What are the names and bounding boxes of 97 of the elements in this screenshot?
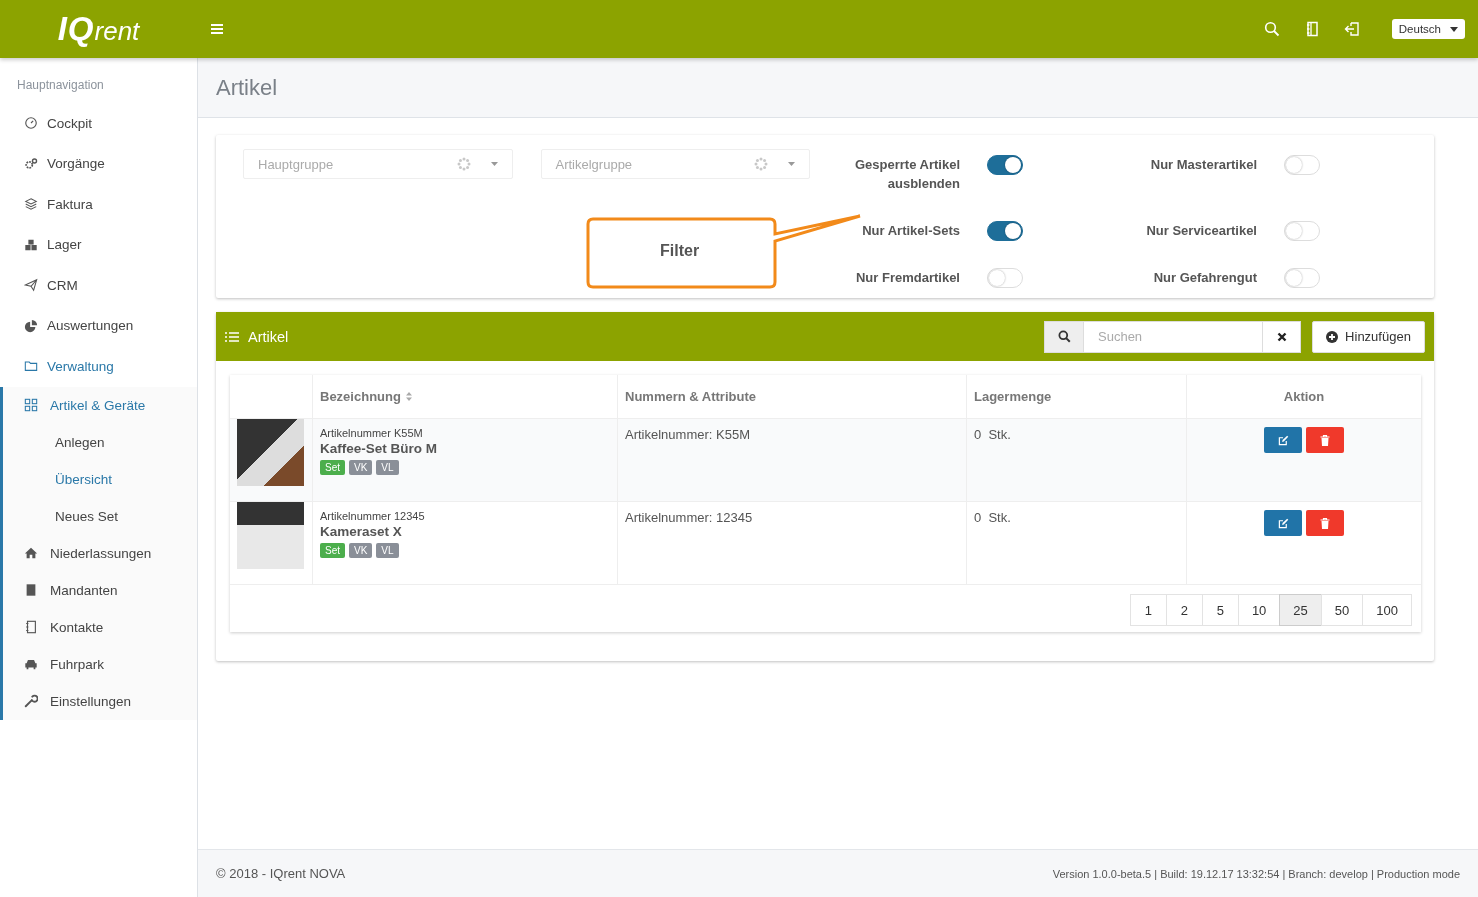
sidebar-item[interactable]: Neues Set — [3, 497, 197, 535]
tag: VK — [349, 460, 373, 475]
sidebar-item[interactable]: Lager — [0, 224, 197, 265]
tag: Set — [320, 543, 345, 558]
sidebar-item[interactable]: Auswertungen — [0, 305, 197, 346]
page-size-button[interactable]: 5 — [1201, 594, 1239, 626]
photo-placeholder — [237, 502, 304, 569]
table-cell: 0 Stk. — [974, 510, 1011, 525]
search-field[interactable]: Suchen — [1084, 320, 1262, 353]
folder-icon — [24, 359, 38, 374]
column-header[interactable]: Bezeichnung — [320, 389, 412, 404]
sidebar-item[interactable]: Artikel & Geräte — [3, 386, 197, 424]
callout-label: Filter — [660, 242, 700, 260]
caret-icon — [490, 162, 498, 166]
trash-icon — [1320, 517, 1330, 529]
logo: IQrent — [56, 10, 141, 48]
sidebar-item[interactable]: Fuhrpark — [3, 645, 197, 683]
grid-icon — [24, 398, 38, 412]
page-size-button[interactable]: 25 — [1279, 594, 1322, 626]
toggle-switch[interactable] — [987, 220, 1023, 241]
table-cell: 0 Stk. — [974, 427, 1011, 442]
cogs-icon — [24, 156, 38, 171]
page-size-button[interactable]: 1 — [1129, 594, 1167, 626]
search-icon — [1057, 330, 1071, 343]
column-header: Lagermenge — [974, 389, 1052, 404]
toggle-label: Gesperrte Artikel ausblenden — [854, 156, 960, 193]
toggle-label: Nur Gefahrengut — [1152, 269, 1257, 288]
wrench-icon — [24, 694, 38, 708]
tag: Set — [320, 460, 345, 475]
sidebar-item[interactable]: Niederlassungen — [3, 534, 197, 572]
menu-icon[interactable] — [211, 24, 223, 34]
page-size-button[interactable]: 10 — [1237, 594, 1281, 626]
sidebar-item[interactable]: Anlegen — [3, 423, 197, 461]
gauge-icon — [24, 116, 38, 131]
list-icon — [225, 330, 239, 343]
spinner-icon — [754, 157, 768, 171]
edit-button[interactable] — [1264, 427, 1302, 453]
add-button[interactable]: Hinzufügen — [1312, 320, 1425, 353]
delete-button[interactable] — [1306, 427, 1344, 453]
article-number: Artikelnummer 12345 — [320, 510, 426, 522]
spinner-icon — [456, 157, 471, 171]
delete-button[interactable] — [1306, 510, 1344, 536]
caret-icon — [1450, 26, 1458, 32]
trash-icon — [1320, 434, 1330, 446]
toggle-switch[interactable] — [987, 155, 1023, 175]
book-icon — [24, 620, 38, 634]
search-icon[interactable] — [1263, 21, 1280, 37]
plane-icon — [24, 278, 38, 293]
column-header: Aktion — [1283, 389, 1325, 404]
page-size-button[interactable]: 100 — [1362, 594, 1412, 626]
cubes-icon — [24, 237, 38, 252]
photo-placeholder — [237, 419, 304, 486]
page-size-button[interactable]: 2 — [1165, 594, 1203, 626]
page-title: Artikel — [216, 74, 278, 101]
column-header: Nummern & Attribute — [625, 389, 756, 404]
sidebar-item[interactable]: Verwaltung — [0, 346, 197, 387]
pie-icon — [24, 318, 38, 333]
sidebar-item[interactable]: CRM — [0, 265, 197, 306]
clear-button[interactable] — [1262, 320, 1301, 353]
panel-title: Artikel — [248, 328, 289, 345]
sign-out-icon[interactable] — [1343, 21, 1360, 37]
article-name: Kaffee-Set Büro M — [320, 441, 438, 456]
sidebar-heading: Hauptnavigation — [16, 77, 105, 94]
toggle-label: Nur Artikel-Sets — [861, 221, 960, 240]
sidebar-item[interactable]: Mandanten — [3, 571, 197, 609]
article-name: Kameraset X — [320, 524, 403, 539]
close-icon — [1276, 331, 1287, 342]
toggle-label: Nur Masterartikel — [1149, 156, 1257, 174]
edit-icon — [1277, 434, 1289, 446]
sidebar-item[interactable]: Einstellungen — [3, 682, 197, 720]
sidebar-item[interactable]: Cockpit — [0, 103, 197, 144]
car-icon — [24, 657, 38, 671]
sidebar-item[interactable]: Vorgänge — [0, 143, 197, 184]
table-cell: Artikelnummer: 12345 — [625, 510, 753, 525]
language-select[interactable]: Deutsch — [1391, 19, 1465, 39]
table-cell: Artikelnummer: K55M — [625, 427, 750, 442]
plus-circle-icon — [1326, 330, 1339, 343]
sort-icon — [405, 392, 412, 401]
caret-icon — [788, 162, 795, 166]
article-number: Artikelnummer K55M — [320, 427, 424, 439]
toggle-label: Nur Fremdartikel — [854, 269, 960, 288]
edit-icon — [1277, 517, 1289, 529]
search-button[interactable] — [1044, 320, 1084, 353]
sidebar-item[interactable]: Übersicht — [3, 460, 197, 498]
version-info: Version 1.0.0-beta.5 | Build: 19.12.17 13:32:54 | Branch: develop | Production mode — [1052, 867, 1460, 880]
tag: VL — [376, 460, 399, 475]
sidebar-item[interactable]: Faktura — [0, 184, 197, 225]
tag: VK — [349, 543, 373, 558]
toggle-label: Nur Serviceartikel — [1145, 221, 1257, 240]
copyright-text: © 2018 - IQrent NOVA — [216, 866, 346, 881]
page-size-button[interactable]: 50 — [1320, 594, 1364, 626]
layers-icon — [24, 197, 38, 212]
tag: VL — [376, 543, 399, 558]
edit-button[interactable] — [1264, 510, 1302, 536]
sidebar-item[interactable]: Kontakte — [3, 608, 197, 646]
building-icon — [24, 583, 38, 597]
home-icon — [24, 546, 38, 560]
